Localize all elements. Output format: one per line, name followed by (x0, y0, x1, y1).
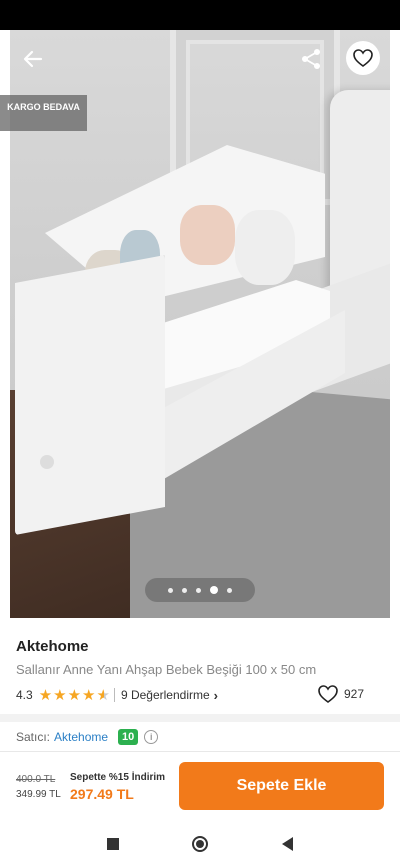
old-price: 400.0 TL (16, 774, 56, 785)
campaign-label: Sepette %15 İndirim (70, 772, 166, 783)
pager-dot[interactable] (168, 587, 173, 593)
favorite-button[interactable] (346, 41, 380, 75)
pager-dot[interactable] (182, 587, 187, 593)
add-to-cart-button[interactable]: Sepete Ekle (179, 762, 384, 810)
info-icon[interactable]: i (144, 730, 159, 744)
pager-dot[interactable] (227, 587, 232, 593)
nav-recents-icon[interactable] (106, 838, 119, 850)
final-price: 297.49 TL (70, 786, 134, 802)
back-button[interactable] (18, 44, 48, 74)
heart-icon (318, 685, 338, 703)
product-name: Sallanır Anne Yanı Ahşap Bebek Beşiği 10… (16, 662, 317, 677)
seller-link[interactable]: Aktehome (54, 730, 108, 744)
gallery-pager[interactable] (145, 578, 255, 602)
star-icon: ★ (38, 686, 53, 704)
star-icon: ★ (82, 686, 96, 704)
star-icon: ★ (67, 686, 82, 704)
section-divider (0, 714, 400, 722)
share-icon (302, 49, 320, 69)
price: 349.99 TL (16, 789, 61, 800)
share-button[interactable] (296, 44, 326, 74)
favorites-count[interactable]: 927 (318, 685, 364, 703)
favorites-number: 927 (343, 687, 364, 701)
buy-bar: 400.0 TL 349.99 TL Sepette %15 İndirim 2… (0, 751, 400, 821)
seller-label: Satıcı: (16, 730, 51, 744)
star-icon: ★ (53, 686, 67, 704)
star-half-icon: ★ (96, 686, 110, 704)
nav-home-icon[interactable] (192, 836, 209, 852)
pillow (235, 210, 295, 285)
heart-icon (353, 49, 373, 67)
seller-row: Satıcı: Aktehome 10 i (16, 726, 159, 748)
brand-name[interactable]: Aktehome (16, 638, 89, 655)
rating-row: 4.3 ★ ★ ★ ★ ★ 9 Değerlendirme › 927 (16, 685, 386, 705)
system-nav-bar (0, 822, 400, 866)
nav-back-icon[interactable] (282, 837, 294, 851)
divider (113, 688, 115, 702)
rating-value: 4.3 (16, 688, 33, 702)
pager-dot-active[interactable] (210, 586, 218, 594)
chevron-right-icon: › (213, 687, 219, 703)
pillow (180, 205, 235, 265)
reviews-link[interactable]: 9 Değerlendirme (121, 688, 210, 702)
rating-stars: ★ ★ ★ ★ ★ (39, 688, 110, 703)
pager-dot[interactable] (196, 587, 201, 593)
crib-side-panel (15, 255, 165, 535)
seller-score-badge: 10 (118, 729, 139, 745)
status-bar (0, 0, 400, 30)
back-arrow-icon (23, 50, 43, 68)
crib-wheel (40, 455, 54, 469)
free-shipping-badge: KARGO BEDAVA (0, 95, 87, 131)
